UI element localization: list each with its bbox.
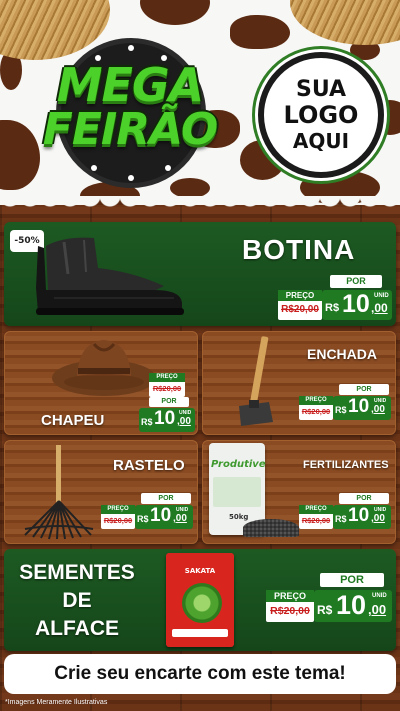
logo-text-line1: SUA <box>295 77 347 103</box>
por-label: POR <box>339 493 389 504</box>
product-card-enchada[interactable]: ENCHADA POR PREÇO R$20,00 R$ 10 ,00 UNID <box>202 331 396 435</box>
por-label: POR <box>330 275 382 288</box>
bag-weight: 50kg <box>229 513 249 521</box>
header-edge <box>0 196 400 218</box>
product-title-enchada: ENCHADA <box>307 346 377 362</box>
por-label: POR <box>339 384 389 395</box>
currency: R$ <box>317 603 333 617</box>
currency: R$ <box>137 514 149 524</box>
product-title-botina: BOTINA <box>242 234 356 265</box>
unit-label: UNID <box>374 507 387 513</box>
currency: R$ <box>335 405 347 415</box>
price-cents: ,00 <box>371 513 385 524</box>
old-price-box: PREÇO R$20,00 <box>266 590 314 622</box>
price-integer: 10 <box>150 505 172 526</box>
new-price-box: R$ 10 ,00 UNID <box>322 290 392 320</box>
price-cents: ,00 <box>368 602 387 617</box>
seed-packet-image: SAKATA <box>166 553 234 647</box>
new-price-box: R$ 10 ,00 UNID <box>314 590 392 622</box>
new-price-box: R$ 10 ,00 UNID <box>333 396 391 420</box>
logo-text-line2: LOGO <box>283 101 359 130</box>
old-price-box: PREÇO R$20,00 <box>101 505 135 529</box>
product-card-fertilizantes[interactable]: Produtive 50kg FERTILIZANTES POR PREÇO R… <box>202 440 396 544</box>
old-price: R$20,00 <box>152 384 182 393</box>
hoe-image <box>239 336 273 426</box>
product-card-rastelo[interactable]: RASTELO POR PREÇO R$20,00 R$ 10 ,00 UNID <box>4 440 198 544</box>
currency: R$ <box>335 514 347 524</box>
logo-text-line3: AQUI <box>292 128 350 153</box>
product-title-fertilizantes: FERTILIZANTES <box>303 459 389 471</box>
packet-brand: SAKATA <box>184 567 216 575</box>
product-card-botina[interactable]: -50% BOTINA POR PREÇO R$20,00 R$ 10 ,00 … <box>4 222 396 326</box>
preco-label: PREÇO <box>101 505 135 514</box>
product-title-sementes-line1: SEMENTES <box>19 561 135 584</box>
old-price: R$20,00 <box>270 605 310 617</box>
preco-label: PREÇO <box>266 590 314 602</box>
price-integer: 10 <box>154 408 176 429</box>
por-label: POR <box>149 397 189 407</box>
new-price-box: R$ 10 ,00 UNID <box>139 408 195 432</box>
hay-bale-right <box>290 0 400 45</box>
price-cents: ,00 <box>371 404 385 415</box>
old-price: R$20,00 <box>103 516 133 525</box>
price-integer: 10 <box>342 290 370 318</box>
unit-label: UNID <box>372 593 387 599</box>
unit-label: UNID <box>179 410 192 416</box>
price-integer: 10 <box>336 590 367 620</box>
product-card-sementes[interactable]: SEMENTES DE ALFACE SAKATA POR PREÇO R$20… <box>4 549 396 651</box>
price-cents: ,00 <box>371 301 388 315</box>
unit-label: UNID <box>176 507 189 513</box>
price-cents: ,00 <box>177 416 191 427</box>
logo-placeholder: SUA LOGO AQUI <box>258 52 384 178</box>
header-banner: MEGA FEIRÃO SUA LOGO AQUI <box>0 0 400 215</box>
bag-brand: Produtive <box>211 459 266 470</box>
new-price-box: R$ 10 ,00 UNID <box>333 505 391 529</box>
currency: R$ <box>325 302 340 314</box>
product-card-chapeu[interactable]: CHAPEU PREÇO R$20,00 POR R$ 10 ,00 UNID <box>4 331 198 435</box>
price-cents: ,00 <box>173 513 187 524</box>
preco-label: PREÇO <box>299 505 333 514</box>
product-title-sementes-line2: DE <box>62 589 92 612</box>
currency: R$ <box>141 417 153 427</box>
old-price: R$20,00 <box>301 516 331 525</box>
preco-label: PREÇO <box>299 396 333 405</box>
old-price-box: PREÇO R$20,00 <box>299 396 333 420</box>
old-price-box: PREÇO R$20,00 <box>278 290 322 320</box>
por-label: POR <box>141 493 191 504</box>
preco-label: PREÇO <box>149 373 185 382</box>
price-integer: 10 <box>348 396 370 417</box>
old-price-box: PREÇO R$20,00 <box>149 373 185 397</box>
price-integer: 10 <box>348 505 370 526</box>
title-feirao: FEIRÃO <box>42 104 218 155</box>
product-title-rastelo: RASTELO <box>113 457 185 474</box>
por-label: POR <box>320 573 384 587</box>
hat-image <box>52 340 156 396</box>
unit-label: UNID <box>374 293 389 299</box>
rake-image <box>24 445 94 540</box>
preco-label: PREÇO <box>278 290 322 301</box>
old-price: R$20,00 <box>301 407 331 416</box>
old-price: R$20,00 <box>281 304 319 315</box>
new-price-box: R$ 10 ,00 UNID <box>135 505 193 529</box>
product-title-chapeu: CHAPEU <box>41 412 105 429</box>
fertilizer-pile <box>243 519 299 537</box>
disclaimer-text: *Imagens Meramente Ilustrativas <box>5 699 108 706</box>
cta-banner[interactable]: Crie seu encarte com este tema! <box>4 654 396 694</box>
old-price-box: PREÇO R$20,00 <box>299 505 333 529</box>
unit-label: UNID <box>374 398 387 404</box>
mega-feirao-badge: MEGA FEIRÃO <box>30 38 218 188</box>
product-title-sementes-line3: ALFACE <box>35 617 119 640</box>
boot-image <box>36 237 184 315</box>
